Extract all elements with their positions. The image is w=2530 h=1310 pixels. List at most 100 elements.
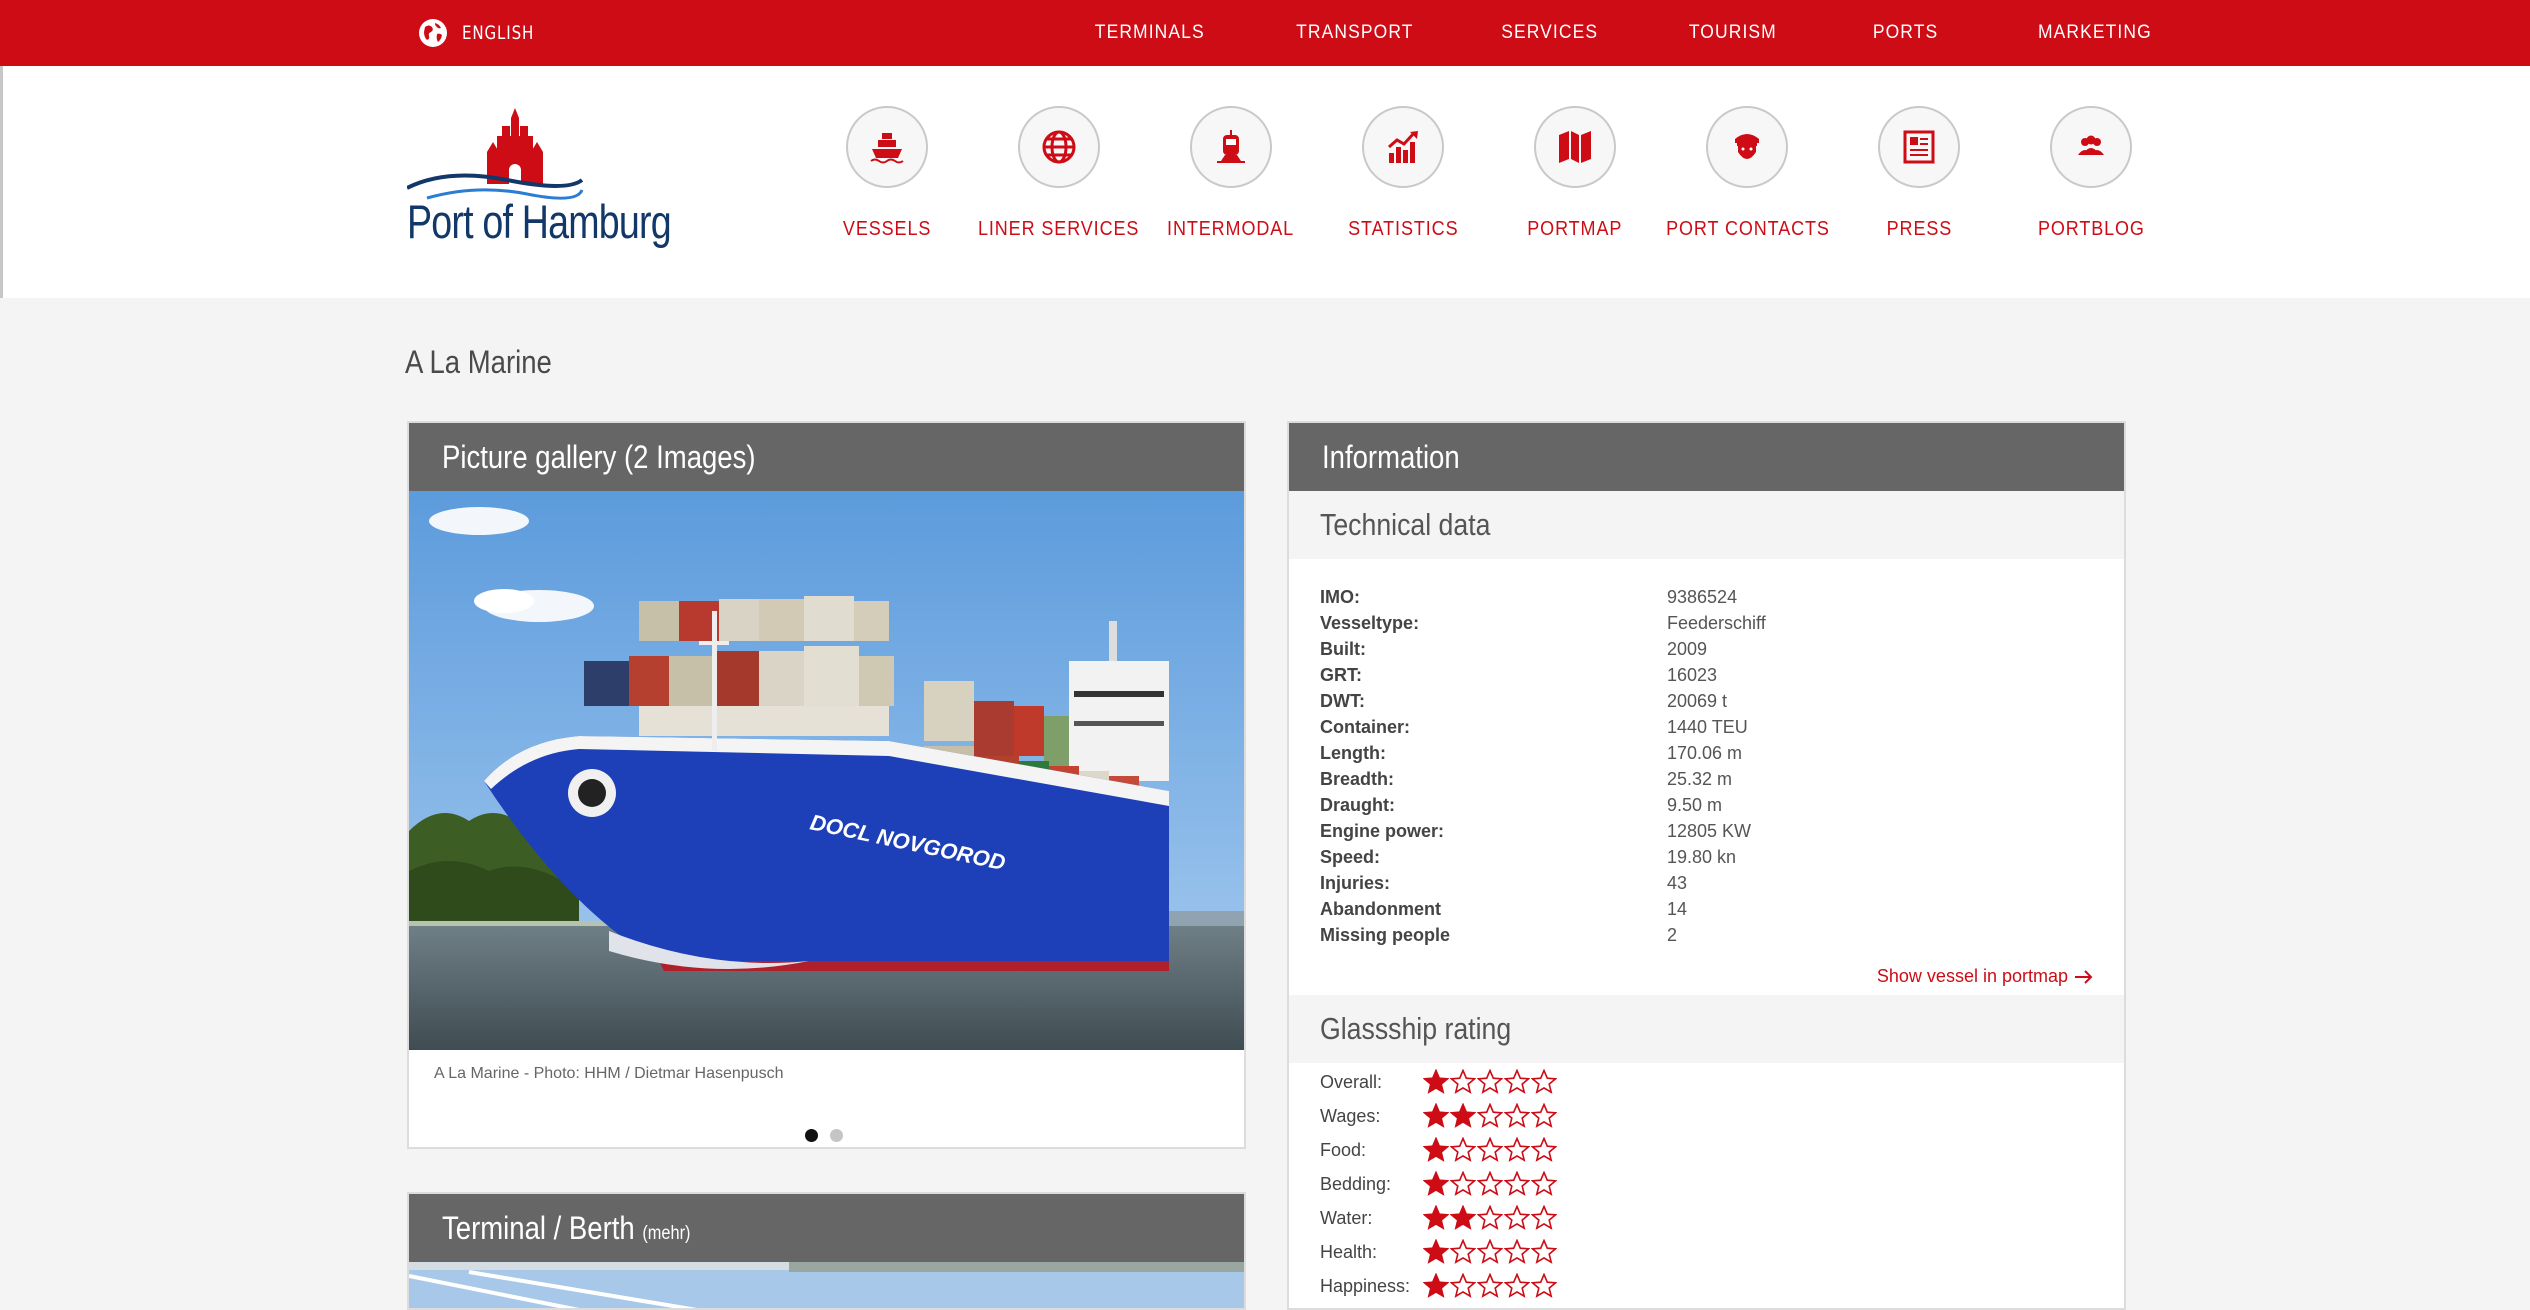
people-icon [2078, 135, 2104, 155]
quicknav-press[interactable]: PRESS [1829, 106, 2009, 266]
gallery-dot[interactable] [830, 1129, 843, 1142]
vessel-photo[interactable]: DOCL NOVGOROD [409, 491, 1244, 1050]
quicknav-label: STATISTICS [1347, 218, 1459, 240]
star-filled-icon [1423, 1273, 1449, 1298]
technical-data-key: Length: [1320, 743, 1386, 763]
star-empty-icon [1531, 1137, 1557, 1162]
topnav-services[interactable]: SERVICES [1501, 0, 1598, 66]
information-panel: Information Technical data IMO: 9386524 Ve… [1287, 421, 2126, 1310]
topnav-marketing[interactable]: MARKETING [2038, 0, 2152, 66]
technical-data-value: Feederschiff [1667, 613, 1766, 633]
technical-data-heading: Technical data [1289, 491, 2124, 559]
technical-data-row: Draught: 9.50 m [1320, 792, 2100, 818]
quicknav-port-contacts[interactable]: PORT CONTACTS [1657, 106, 1837, 266]
rating-label: Bedding: [1320, 1173, 1392, 1194]
star-empty-icon [1477, 1103, 1503, 1128]
information-heading-text: Information [1322, 439, 1460, 475]
quicknav-statistics[interactable]: STATISTICS [1313, 106, 1493, 266]
rating-label: Happiness: [1320, 1275, 1411, 1296]
star-filled-icon [1423, 1205, 1449, 1230]
rating-label: Overall: [1320, 1071, 1383, 1092]
quicknav-circle[interactable] [1878, 106, 1960, 188]
technical-data-value: 14 [1667, 899, 1688, 919]
rating-row: Happiness: [1320, 1269, 1557, 1303]
star-rating [1423, 1205, 1557, 1231]
star-empty-icon [1477, 1171, 1503, 1196]
rating-row: Food: [1320, 1133, 1557, 1167]
technical-data-row: Engine power: 12805 KW [1320, 818, 2100, 844]
quicknav-liner-services[interactable]: LINER SERVICES [969, 106, 1149, 266]
technical-data-heading-text: Technical data [1320, 507, 1491, 542]
technical-data-key: Draught: [1320, 795, 1395, 815]
rating-label: Food: [1320, 1139, 1367, 1160]
star-rating [1423, 1069, 1557, 1095]
star-empty-icon [1531, 1273, 1557, 1298]
technical-data-value: 2009 [1667, 639, 1708, 659]
site-header: Port of Hamburg VESSELS LINER SERVICES I… [0, 66, 2530, 298]
star-empty-icon [1531, 1205, 1557, 1230]
topnav-transport[interactable]: TRANSPORT [1296, 0, 1413, 66]
technical-data-row: Built: 2009 [1320, 636, 2100, 662]
star-rating [1423, 1239, 1557, 1265]
show-in-portmap-link[interactable]: Show vessel in portmap [1877, 966, 2094, 987]
quicknav-circle[interactable] [1362, 106, 1444, 188]
technical-data-value: 9386524 [1667, 587, 1738, 607]
train-icon [1217, 130, 1245, 163]
quicknav-label: LINER SERVICES [978, 218, 1140, 240]
star-empty-icon [1477, 1069, 1503, 1094]
gallery-pagination [805, 1129, 843, 1142]
globe-icon [1042, 130, 1076, 164]
technical-data-value: 1440 TEU [1667, 717, 1748, 737]
quicknav-intermodal[interactable]: INTERMODAL [1141, 106, 1321, 266]
map-icon [1559, 131, 1591, 163]
star-filled-icon [1423, 1239, 1449, 1264]
technical-data-row: GRT: 16023 [1320, 662, 2100, 688]
technical-data-row: Injuries: 43 [1320, 870, 2100, 896]
information-heading: Information [1289, 423, 2124, 491]
quicknav-circle[interactable] [1534, 106, 1616, 188]
quicknav-circle[interactable] [2050, 106, 2132, 188]
rating-label: Wages: [1320, 1105, 1381, 1126]
topnav-terminals[interactable]: TERMINALS [1095, 0, 1205, 66]
terminal-map-image[interactable] [409, 1262, 1244, 1310]
globe-icon [419, 19, 447, 47]
quicknav-circle[interactable] [1190, 106, 1272, 188]
star-empty-icon [1504, 1137, 1530, 1162]
star-empty-icon [1477, 1239, 1503, 1264]
quicknav-circle[interactable] [846, 106, 928, 188]
quicknav-vessels[interactable]: VESSELS [797, 106, 977, 266]
star-empty-icon [1504, 1205, 1530, 1230]
arrow-right-icon [2075, 969, 2093, 984]
technical-data-key: GRT: [1320, 665, 1362, 685]
page-title: A La Marine [405, 344, 552, 380]
star-empty-icon [1477, 1137, 1503, 1162]
star-empty-icon [1504, 1069, 1530, 1094]
topnav-tourism[interactable]: TOURISM [1689, 0, 1777, 66]
terminal-more-link[interactable]: (mehr) [642, 1223, 690, 1244]
technical-data-row: Abandonment 14 [1320, 896, 2100, 922]
quicknav-circle[interactable] [1018, 106, 1100, 188]
star-empty-icon [1504, 1239, 1530, 1264]
newspaper-icon [1903, 130, 1935, 164]
quicknav-circle[interactable] [1706, 106, 1788, 188]
technical-data-key: Speed: [1320, 847, 1381, 867]
quicknav-label: VESSELS [842, 218, 932, 240]
star-empty-icon [1477, 1273, 1503, 1298]
star-empty-icon [1450, 1171, 1476, 1196]
quicknav-portblog[interactable]: PORTBLOG [2001, 106, 2181, 266]
star-empty-icon [1531, 1103, 1557, 1128]
technical-data-row: Speed: 19.80 kn [1320, 844, 2100, 870]
language-switcher[interactable]: ENGLISH [418, 0, 544, 66]
quicknav-portmap[interactable]: PORTMAP [1485, 106, 1665, 266]
topnav-ports[interactable]: PORTS [1873, 0, 1938, 66]
quicknav-label: PORTMAP [1527, 218, 1623, 240]
star-filled-icon [1423, 1069, 1449, 1094]
gallery-dot[interactable] [805, 1129, 818, 1142]
logo-text[interactable]: Port of Hamburg [407, 194, 672, 249]
star-empty-icon [1531, 1069, 1557, 1094]
glassship-rating-heading: Glassship rating [1289, 995, 2124, 1063]
technical-data-value: 2 [1667, 925, 1678, 945]
ship-icon [870, 133, 904, 164]
star-rating [1423, 1273, 1557, 1299]
star-empty-icon [1504, 1103, 1530, 1128]
